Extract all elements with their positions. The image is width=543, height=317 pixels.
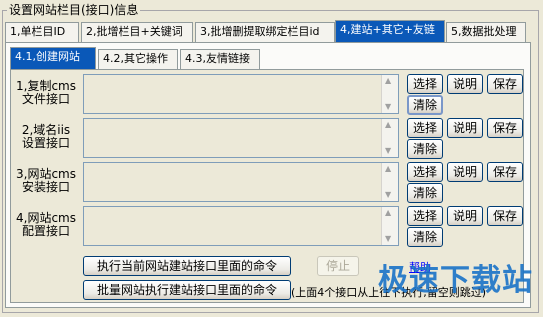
tab-data-batch[interactable]: 5,数据批处理: [446, 22, 526, 42]
select-button[interactable]: 选择: [407, 74, 443, 94]
row-label-domain-iis: 2,域名iis 设置接口: [11, 124, 81, 150]
clear-button[interactable]: 清除: [407, 183, 443, 203]
subtab-create-site[interactable]: 4.1,创建网站: [10, 47, 96, 71]
explain-button[interactable]: 说明: [447, 74, 483, 94]
scrollbar[interactable]: ▲ ▼: [381, 75, 398, 113]
subtab-friend-links[interactable]: 4.3,友情链接: [180, 49, 260, 69]
run-batch-sites-button[interactable]: 批量网站执行建站接口里面的命令: [83, 280, 291, 300]
row-label-copy-cms: 1,复制cms 文件接口: [11, 80, 81, 106]
row-label-line2: 设置接口: [21, 136, 70, 150]
explain-button[interactable]: 说明: [447, 162, 483, 182]
row-label-config-cms: 4,网站cms 配置接口: [11, 212, 81, 238]
scroll-up-icon[interactable]: ▲: [385, 76, 391, 86]
save-button[interactable]: 保存: [487, 206, 523, 226]
row-label-line2: 文件接口: [21, 92, 70, 106]
clear-button[interactable]: 清除: [407, 227, 443, 247]
row-label-install-cms: 3,网站cms 安装接口: [11, 168, 81, 194]
scroll-up-icon[interactable]: ▲: [385, 164, 391, 174]
scroll-down-icon[interactable]: ▼: [385, 190, 391, 200]
explain-button[interactable]: 说明: [447, 118, 483, 138]
scrollbar[interactable]: ▲ ▼: [381, 119, 398, 157]
explain-button[interactable]: 说明: [447, 206, 483, 226]
scroll-up-icon[interactable]: ▲: [385, 120, 391, 130]
scroll-down-icon[interactable]: ▼: [385, 234, 391, 244]
clear-button[interactable]: 清除: [407, 139, 443, 159]
scrollbar[interactable]: ▲ ▼: [381, 163, 398, 201]
scrollbar[interactable]: ▲ ▼: [381, 207, 398, 245]
save-button[interactable]: 保存: [487, 74, 523, 94]
row-label-line2: 安装接口: [21, 180, 70, 194]
tab-single-column-id[interactable]: 1,单栏目ID: [5, 22, 79, 42]
tab-batch-add-columns[interactable]: 2,批增栏目+关键词: [81, 22, 193, 42]
stop-button[interactable]: 停止: [317, 256, 359, 276]
config-cms-textarea[interactable]: ▲ ▼: [83, 206, 399, 246]
watermark-logo: 极速下载站: [378, 263, 533, 298]
scroll-down-icon[interactable]: ▼: [385, 102, 391, 112]
clear-button[interactable]: 清除: [407, 95, 443, 115]
scroll-up-icon[interactable]: ▲: [385, 208, 391, 218]
tab-batch-edit-column-id[interactable]: 3,批增删提取绑定栏目id: [195, 22, 335, 42]
group-title: 设置网站栏目(接口)信息: [7, 2, 141, 18]
select-button[interactable]: 选择: [407, 206, 443, 226]
copy-cms-textarea[interactable]: ▲ ▼: [83, 74, 399, 114]
install-cms-textarea[interactable]: ▲ ▼: [83, 162, 399, 202]
scroll-down-icon[interactable]: ▼: [385, 146, 391, 156]
row-label-line2: 配置接口: [21, 224, 70, 238]
save-button[interactable]: 保存: [487, 162, 523, 182]
subtab-other-ops[interactable]: 4.2,其它操作: [98, 49, 178, 69]
select-button[interactable]: 选择: [407, 162, 443, 182]
run-current-site-button[interactable]: 执行当前网站建站接口里面的命令: [83, 256, 291, 276]
tab-build-site-friendlinks[interactable]: 4,建站+其它+友链: [335, 20, 445, 44]
save-button[interactable]: 保存: [487, 118, 523, 138]
domain-iis-textarea[interactable]: ▲ ▼: [83, 118, 399, 158]
select-button[interactable]: 选择: [407, 118, 443, 138]
